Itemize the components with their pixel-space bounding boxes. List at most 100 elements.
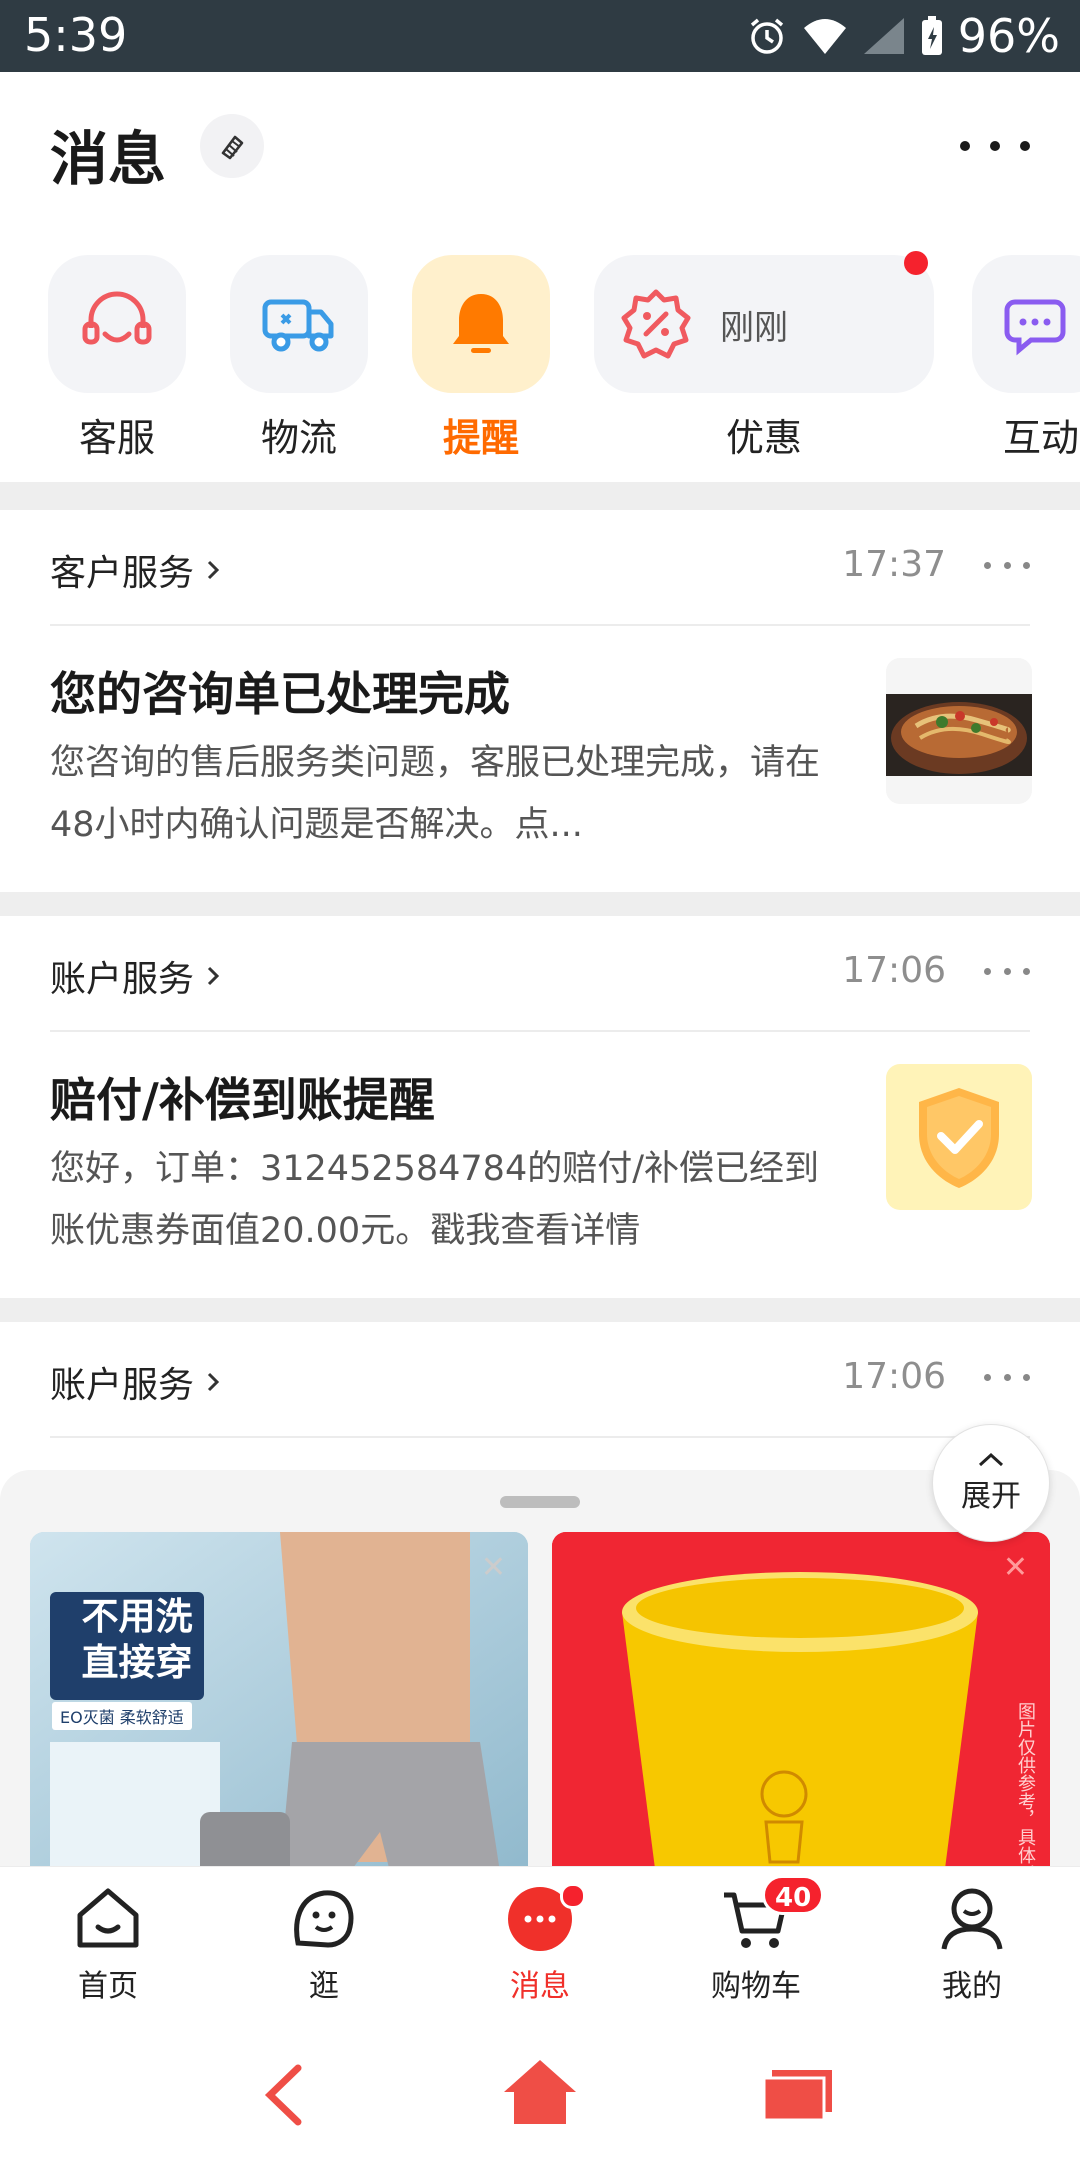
tab-messages[interactable]: 消息 xyxy=(460,1883,620,2013)
chat-bubble-icon xyxy=(1004,299,1066,356)
quick-tile-wide[interactable]: 刚刚 xyxy=(594,255,934,393)
sheet-drag-handle[interactable] xyxy=(500,1496,580,1508)
ad-image-drink xyxy=(552,1532,1050,1870)
chevron-right-icon xyxy=(207,560,220,580)
card-category: 账户服务 xyxy=(50,959,195,1000)
ad-headline-line2: 直接穿 xyxy=(81,1641,193,1684)
recents-icon xyxy=(762,2070,832,2122)
card-more-button[interactable] xyxy=(984,562,1030,572)
status-bar: 5:39 96% xyxy=(0,0,1080,72)
ad-image-underwear xyxy=(30,1532,528,1870)
expand-button[interactable]: 展开 xyxy=(932,1424,1050,1542)
bottom-tab-bar: 首页 逛 消息 40 购物车 我的 xyxy=(0,1866,1080,2026)
chevron-up-icon xyxy=(978,1452,1004,1467)
unread-dot xyxy=(904,251,928,275)
nav-home-button[interactable] xyxy=(502,2056,578,2130)
tab-label-active: 消息 xyxy=(510,1969,570,2004)
page-title: 消息 xyxy=(50,125,167,193)
quick-label: 客服 xyxy=(78,416,155,460)
system-nav-bar xyxy=(0,2026,1080,2160)
tab-profile[interactable]: 我的 xyxy=(892,1883,1052,2013)
promotion-preview: 刚刚 xyxy=(720,307,788,348)
ad-headline: 不用洗 直接穿 xyxy=(60,1594,214,1686)
more-options-button[interactable] xyxy=(960,130,1030,162)
more-dot xyxy=(1023,1374,1030,1381)
tab-label: 逛 xyxy=(309,1969,339,2004)
nav-recents-button[interactable] xyxy=(762,2066,834,2124)
ad-headline-line1: 不用洗 xyxy=(81,1595,193,1638)
more-dot xyxy=(1003,562,1011,569)
chevron-right-icon xyxy=(207,966,220,986)
nav-back-button[interactable] xyxy=(258,2062,308,2132)
quick-tile[interactable] xyxy=(48,255,186,393)
quick-label: 优惠 xyxy=(725,416,802,460)
card-header: 账户服务 17:06 xyxy=(50,916,1030,1032)
quick-tile-active[interactable] xyxy=(412,255,550,393)
clear-unread-button[interactable] xyxy=(200,114,264,178)
coupon-icon xyxy=(621,289,691,359)
status-icons: 96% xyxy=(746,8,1060,64)
more-dot xyxy=(984,968,991,975)
tab-home[interactable]: 首页 xyxy=(28,1883,188,2013)
bell-icon xyxy=(453,294,509,353)
profile-icon xyxy=(941,1888,1003,1950)
headset-icon xyxy=(82,291,152,345)
card-category: 客户服务 xyxy=(50,553,195,594)
more-dot xyxy=(1023,562,1030,569)
quick-tile[interactable] xyxy=(972,255,1080,393)
ad-card-drink[interactable]: 图片仅供参考，具体以 ✕ xyxy=(552,1532,1050,1870)
card-title: 赔付/补偿到账提醒 xyxy=(50,1073,435,1127)
card-category: 账户服务 xyxy=(50,1365,195,1406)
message-card[interactable]: 账户服务 17:06 赔付/补偿到账提醒 您好，订单：312452584784的… xyxy=(0,916,1080,1298)
alarm-icon xyxy=(750,18,783,54)
more-dot xyxy=(1003,968,1011,975)
card-category-link[interactable]: 客户服务 xyxy=(50,544,220,596)
recommendation-sheet[interactable]: 不用洗 直接穿 EO灭菌 柔软舒适 ✕ 图片仅供参考，具体以 ✕ xyxy=(0,1470,1080,1870)
food-dish-illustration xyxy=(886,658,1032,804)
card-body: 您好，订单：312452584784的赔付/补偿已经到账优惠券面值20.00元。… xyxy=(50,1149,820,1251)
card-time: 17:37 xyxy=(842,544,946,585)
wifi-icon xyxy=(803,19,846,54)
home-icon xyxy=(504,2060,576,2124)
card-header: 账户服务 17:06 xyxy=(50,1322,1030,1438)
card-category-link[interactable]: 账户服务 xyxy=(50,1356,220,1408)
message-header: 消息 客服 物流 提醒 刚刚 优惠 互动 xyxy=(0,72,1080,482)
back-arrow-icon xyxy=(264,2064,302,2126)
shield-check-icon xyxy=(919,1088,999,1188)
expand-label: 展开 xyxy=(961,1479,1021,1514)
delivery-truck-icon xyxy=(262,299,334,352)
tab-cart[interactable]: 40 购物车 xyxy=(676,1875,836,2013)
ad-close-icon[interactable]: ✕ xyxy=(481,1550,506,1585)
signal-icon xyxy=(863,18,904,54)
ad-disclaimer: 图片仅供参考，具体以 xyxy=(1015,1702,1036,1870)
more-dot xyxy=(1020,141,1030,151)
battery-percentage: 96% xyxy=(957,9,1060,63)
unread-dot xyxy=(560,1883,586,1909)
tab-label: 首页 xyxy=(78,1969,138,2004)
quick-label: 物流 xyxy=(260,416,337,460)
more-dot xyxy=(990,141,1000,151)
more-dot xyxy=(984,1374,991,1381)
battery-icon xyxy=(921,16,942,55)
quick-tile[interactable] xyxy=(230,255,368,393)
card-time: 17:06 xyxy=(842,950,946,991)
broom-icon xyxy=(221,135,244,160)
card-category-link[interactable]: 账户服务 xyxy=(50,950,220,1002)
mascot-icon xyxy=(294,1890,354,1948)
ad-card-underwear[interactable]: 不用洗 直接穿 EO灭菌 柔软舒适 ✕ xyxy=(30,1532,528,1870)
card-more-button[interactable] xyxy=(984,968,1030,978)
food-dish-image xyxy=(886,658,1032,804)
more-dot xyxy=(984,562,991,569)
shield-check-thumbnail xyxy=(886,1064,1032,1210)
quick-label: 互动 xyxy=(1002,416,1079,460)
tab-browse[interactable]: 逛 xyxy=(244,1883,404,2013)
message-card[interactable]: 客户服务 17:37 您的咨询单已处理完成 您咨询的售后服务类问题，客服已处理完… xyxy=(0,510,1080,892)
ad-close-icon[interactable]: ✕ xyxy=(1003,1550,1028,1585)
card-title: 您的咨询单已处理完成 xyxy=(50,667,510,721)
card-more-button[interactable] xyxy=(984,1374,1030,1384)
status-time: 5:39 xyxy=(24,8,128,62)
more-dot xyxy=(960,141,970,151)
tab-label: 我的 xyxy=(942,1969,1002,2004)
tab-label: 购物车 xyxy=(711,1969,801,2004)
chevron-right-icon xyxy=(207,1372,220,1392)
